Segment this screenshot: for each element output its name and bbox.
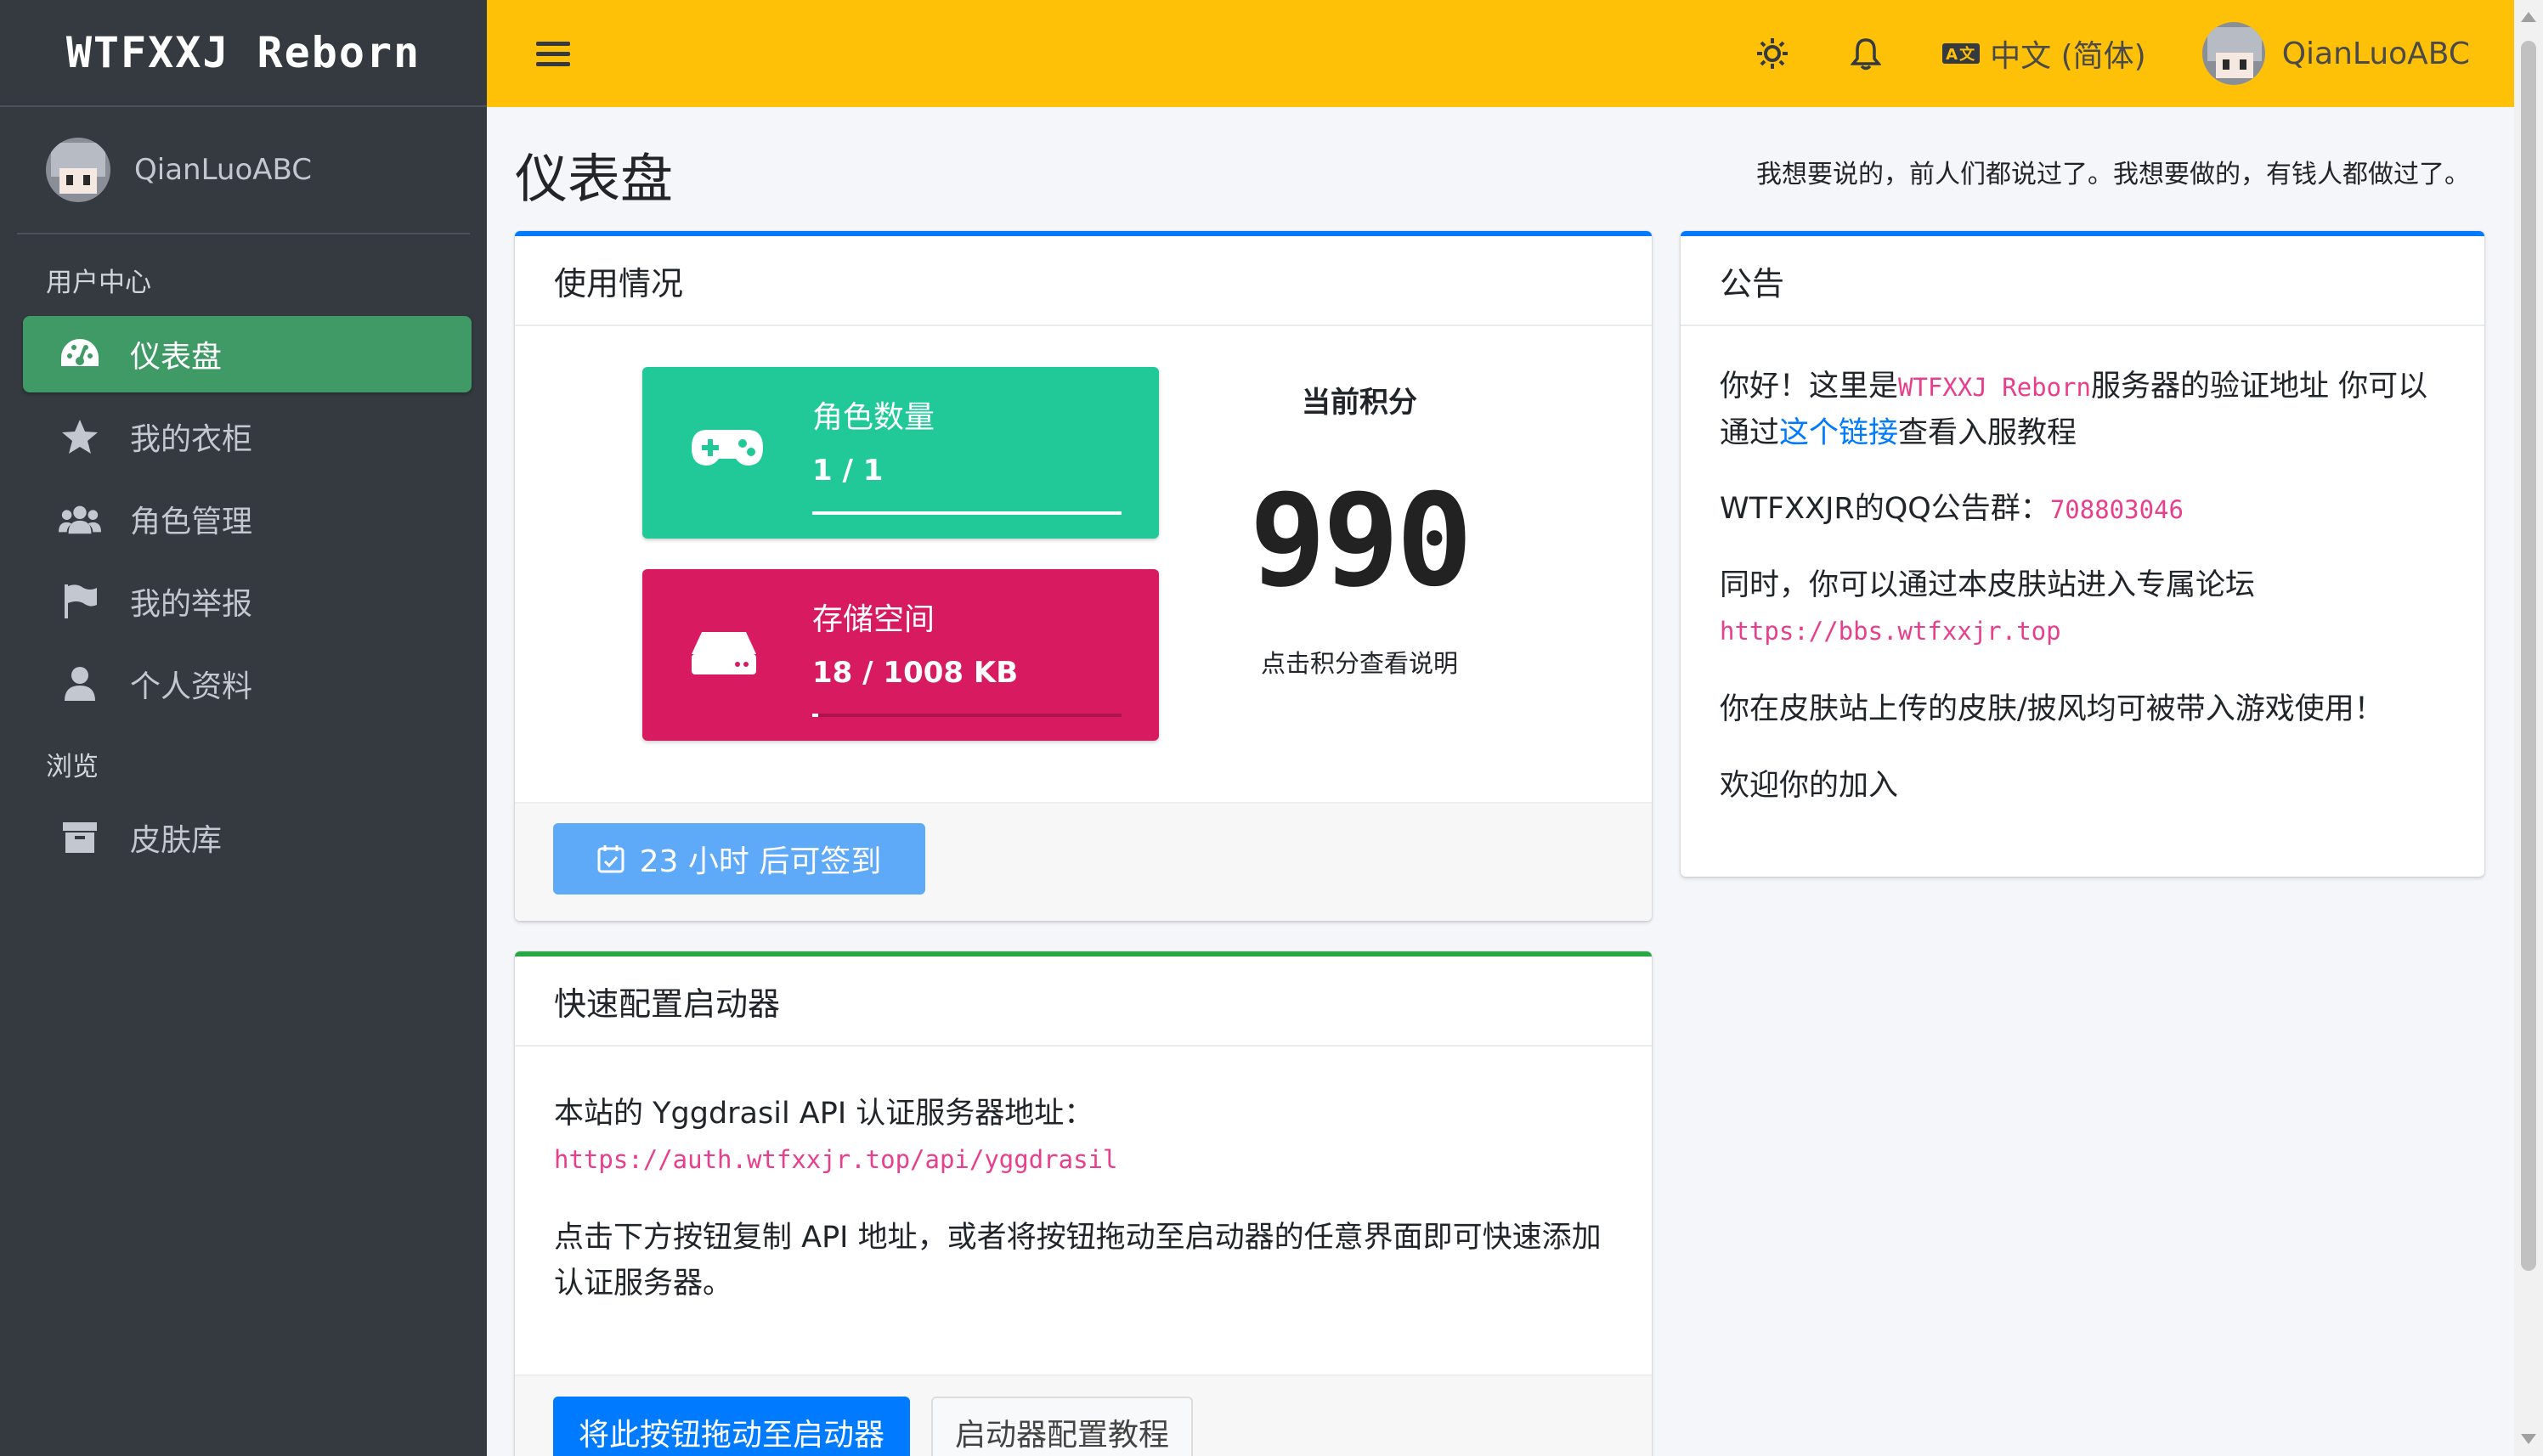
archive-icon bbox=[59, 816, 101, 859]
sidebar-item-dashboard[interactable]: 仪表盘 bbox=[23, 316, 472, 392]
sidebar-item-players[interactable]: 角色管理 bbox=[23, 481, 472, 557]
nav-header-browse: 浏览 bbox=[46, 751, 99, 782]
api-url: https://auth.wtfxxjr.top/api/yggdrasil bbox=[554, 1145, 1118, 1174]
storage-progress bbox=[812, 714, 1122, 717]
nav-header-user-center: 用户中心 bbox=[46, 267, 151, 298]
hdd-icon bbox=[690, 629, 758, 680]
launcher-intro: 本站的 Yggdrasil API 认证服务器地址： https://auth.… bbox=[554, 1091, 1616, 1182]
announcement-p3: 同时，你可以通过本皮肤站进入专属论坛 https://bbs.wtfxxjr.t… bbox=[1720, 562, 2450, 654]
announcement-p2: WTFXXJR的QQ公告群：708803046 bbox=[1720, 492, 2184, 526]
sidebar-user-panel[interactable]: QianLuoABC bbox=[17, 107, 470, 234]
storage-value: 18 / 1008 KB bbox=[812, 656, 1019, 690]
launcher-card-footer: 将此按钮拖动至启动器 启动器配置教程 bbox=[515, 1374, 1652, 1456]
sidebar-item-closet[interactable]: 我的衣柜 bbox=[23, 398, 472, 475]
star-icon bbox=[59, 415, 101, 458]
sidebar-item-label: 个人资料 bbox=[130, 669, 253, 704]
sidebar-item-label: 角色管理 bbox=[130, 505, 253, 539]
sidebar-item-label: 我的衣柜 bbox=[130, 422, 253, 457]
announcement-p1: 你好！这里是WTFXXJ Reborn服务器的验证地址 你可以通过这个链接查看入… bbox=[1720, 370, 2428, 450]
theme-toggle-icon[interactable] bbox=[1755, 37, 1789, 71]
topbar: A文 中文 (简体) QianLuoABC bbox=[487, 0, 2514, 107]
storage-info-box: 存储空间 18 / 1008 KB bbox=[642, 569, 1159, 741]
sidebar-item-reports[interactable]: 我的举报 bbox=[23, 563, 472, 640]
announcement-p5: 欢迎你的加入 bbox=[1720, 769, 1899, 803]
qq-group-code: 708803046 bbox=[2049, 495, 2184, 524]
page-title: 仪表盘 bbox=[515, 148, 674, 210]
bell-icon[interactable] bbox=[1851, 37, 1882, 71]
launcher-card: 快速配置启动器 本站的 Yggdrasil API 认证服务器地址： https… bbox=[515, 951, 1652, 1456]
sidebar-item-label: 仪表盘 bbox=[130, 340, 223, 375]
launcher-hint: 点击下方按钮复制 API 地址，或者将按钮拖动至启动器的任意界面即可快速添加认证… bbox=[554, 1221, 1602, 1301]
usage-card: 使用情况 角色数量 1 / 1 存储空间 18 / 1008 KB 当前积分 9… bbox=[515, 231, 1652, 921]
sidebar-item-label: 皮肤库 bbox=[130, 823, 223, 858]
players-label: 角色数量 bbox=[812, 400, 935, 435]
score-title: 当前积分 bbox=[1302, 386, 1417, 420]
brand-logo[interactable]: WTFXXJ Reborn bbox=[0, 0, 487, 107]
players-value: 1 / 1 bbox=[812, 454, 884, 488]
language-selector[interactable]: A文 中文 (简体) bbox=[1942, 31, 2146, 76]
drag-to-launcher-button[interactable]: 将此按钮拖动至启动器 bbox=[553, 1397, 910, 1456]
launcher-line1: 本站的 Yggdrasil API 认证服务器地址： bbox=[554, 1097, 1094, 1131]
server-name-code: WTFXXJ Reborn bbox=[1898, 373, 2091, 402]
forum-url: https://bbs.wtfxxjr.top bbox=[1720, 617, 2061, 646]
players-info-box: 角色数量 1 / 1 bbox=[642, 367, 1159, 539]
score-value[interactable]: 990 bbox=[1232, 467, 1487, 615]
storage-label: 存储空间 bbox=[812, 602, 935, 637]
sidebar-username[interactable]: QianLuoABC bbox=[134, 153, 312, 187]
user-icon bbox=[59, 663, 101, 705]
user-menu[interactable]: QianLuoABC bbox=[2201, 22, 2470, 85]
calendar-check-icon bbox=[597, 844, 624, 873]
page-motto: 我想要说的，前人们都说过了。我想要做的，有钱人都做过了。 bbox=[1756, 160, 2470, 189]
announcement-card: 公告 你好！这里是WTFXXJ Reborn服务器的验证地址 你可以通过这个链接… bbox=[1681, 231, 2484, 877]
tutorial-link[interactable]: 这个链接 bbox=[1779, 416, 1898, 450]
usage-card-footer: 23 小时 后可签到 bbox=[515, 802, 1652, 921]
dashboard-icon bbox=[59, 333, 101, 375]
score-hint: 点击积分查看说明 bbox=[1260, 649, 1458, 678]
usage-card-header: 使用情况 bbox=[515, 236, 1652, 326]
language-icon: A文 bbox=[1942, 43, 1981, 64]
avatar bbox=[2201, 22, 2265, 85]
users-icon bbox=[59, 498, 101, 540]
avatar bbox=[46, 138, 110, 202]
launcher-tutorial-button[interactable]: 启动器配置教程 bbox=[931, 1397, 1193, 1456]
gamepad-icon bbox=[690, 426, 765, 472]
page-scrollbar[interactable] bbox=[2514, 0, 2543, 1456]
announcement-p4: 你在皮肤站上传的皮肤/披风均可被带入游戏使用！ bbox=[1720, 692, 2384, 726]
sidebar-item-label: 我的举报 bbox=[130, 587, 253, 622]
players-progress bbox=[812, 511, 1122, 515]
announcement-card-header: 公告 bbox=[1681, 236, 2484, 326]
flag-icon bbox=[59, 580, 101, 623]
checkin-button[interactable]: 23 小时 后可签到 bbox=[553, 823, 925, 894]
menu-toggle-icon[interactable] bbox=[536, 37, 570, 71]
sidebar-item-skinlib[interactable]: 皮肤库 bbox=[23, 799, 472, 876]
topbar-username: QianLuoABC bbox=[2281, 36, 2470, 71]
language-label: 中文 (简体) bbox=[1990, 39, 2146, 74]
checkin-label: 23 小时 后可签到 bbox=[639, 844, 882, 879]
launcher-card-header: 快速配置启动器 bbox=[515, 957, 1652, 1047]
sidebar: WTFXXJ Reborn QianLuoABC 用户中心 仪表盘 我的衣柜 角… bbox=[0, 0, 487, 1456]
sidebar-item-profile[interactable]: 个人资料 bbox=[23, 646, 472, 722]
